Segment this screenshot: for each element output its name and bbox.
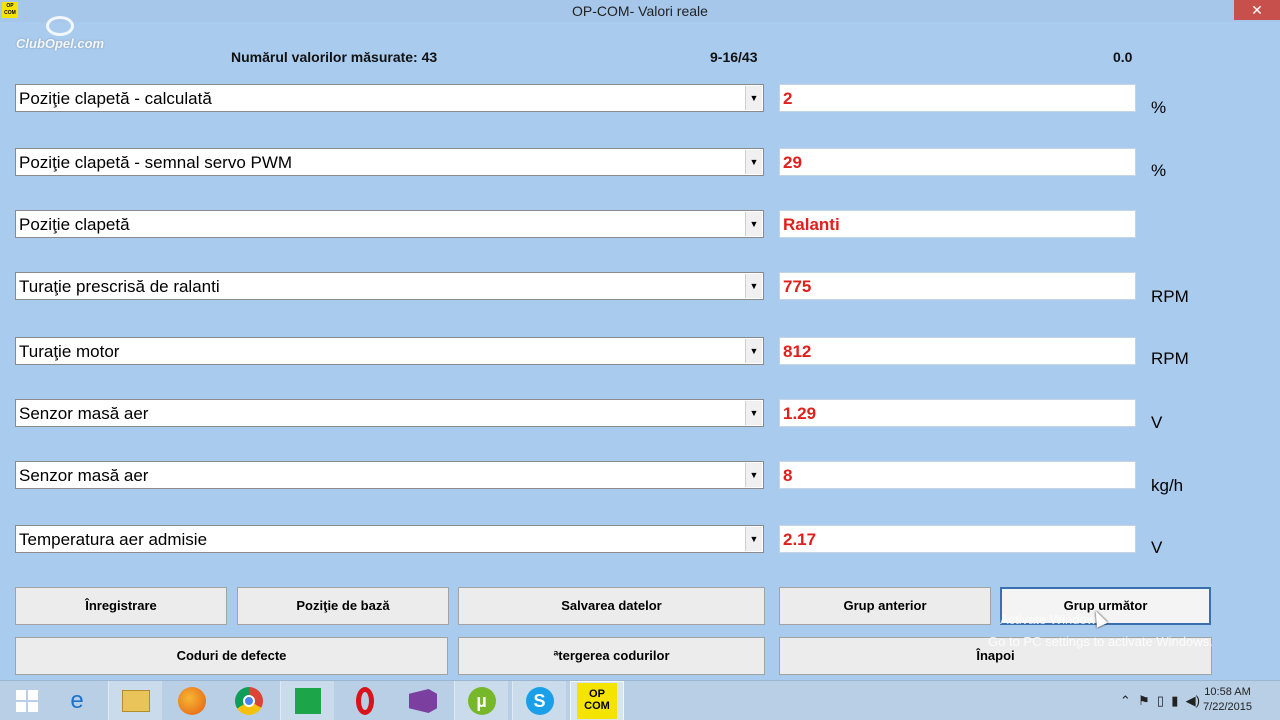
parameter-value: 29 — [783, 153, 802, 172]
parameter-label: Turaţie prescrisă de ralanti — [19, 277, 220, 296]
record-button[interactable]: Înregistrare — [15, 587, 227, 625]
parameter-value-field: 8 — [779, 461, 1136, 489]
skype-icon[interactable]: S — [512, 681, 566, 720]
parameter-value: 2 — [783, 89, 793, 108]
parameter-value: Ralanti — [783, 215, 840, 234]
parameter-dropdown[interactable]: Poziţie clapetă ▼ — [15, 210, 764, 238]
parameter-value: 1.29 — [783, 404, 817, 423]
parameter-unit: % — [1151, 98, 1167, 117]
windows-start-icon[interactable] — [0, 681, 54, 720]
clock-date: 7/22/2015 — [1203, 701, 1252, 713]
clear-codes-button[interactable]: ªtergerea codurilor — [458, 637, 765, 675]
save-data-button[interactable]: Salvarea datelor — [458, 587, 765, 625]
chevron-down-icon[interactable]: ▼ — [745, 463, 762, 487]
watermark-text: ClubOpel.com — [16, 36, 105, 51]
parameter-unit: kg/h — [1151, 476, 1184, 495]
opel-logo-icon — [46, 16, 74, 36]
parameter-dropdown[interactable]: Turaţie motor ▼ — [15, 337, 764, 365]
activate-windows-notice: Go to PC settings to activate Windows. — [988, 634, 1213, 649]
system-tray[interactable]: ⌃ ⚑ ▯ ▮ ◀) — [1120, 693, 1200, 709]
parameter-unit: V — [1151, 538, 1163, 557]
chevron-down-icon[interactable]: ▼ — [745, 339, 762, 363]
parameter-label: Poziţie clapetă - semnal servo PWM — [19, 153, 293, 172]
parameter-dropdown[interactable]: Senzor masă aer ▼ — [15, 461, 764, 489]
parameter-unit: RPM — [1151, 349, 1189, 368]
parameter-value-field: 812 — [779, 337, 1136, 365]
measured-values-count: Numărul valorilor măsurate: 43 — [231, 49, 438, 65]
clock[interactable]: 10:58 AM 7/22/2015 — [1203, 685, 1252, 715]
parameter-label: Poziţie clapetă - calculată — [19, 89, 212, 108]
store-icon[interactable] — [280, 681, 334, 720]
opera-icon[interactable] — [338, 681, 392, 720]
parameter-label: Poziţie clapetă — [19, 215, 130, 234]
parameter-dropdown[interactable]: Temperatura aer admisie ▼ — [15, 525, 764, 553]
firefox-icon[interactable] — [165, 681, 219, 720]
parameter-value: 775 — [783, 277, 812, 296]
header-value: 0.0 — [1113, 49, 1133, 65]
parameter-value-field: 2.17 — [779, 525, 1136, 553]
title-bar: OP COM OP-COM- Valori reale ✕ — [0, 0, 1280, 22]
chevron-down-icon[interactable]: ▼ — [745, 274, 762, 298]
chevron-down-icon[interactable]: ▼ — [745, 86, 762, 110]
file-explorer-icon[interactable] — [108, 681, 162, 720]
chevron-down-icon[interactable]: ▼ — [745, 401, 762, 425]
parameter-dropdown[interactable]: Poziţie clapetă - calculată ▼ — [15, 84, 764, 112]
parameter-label: Temperatura aer admisie — [19, 530, 208, 549]
previous-group-button[interactable]: Grup anterior — [779, 587, 991, 625]
parameter-value: 8 — [783, 466, 793, 485]
parameter-dropdown[interactable]: Poziţie clapetă - semnal servo PWM ▼ — [15, 148, 764, 176]
parameter-value: 812 — [783, 342, 812, 361]
parameter-value-field: 29 — [779, 148, 1136, 176]
close-button[interactable]: ✕ — [1234, 0, 1280, 20]
window-title: OP-COM- Valori reale — [572, 3, 708, 19]
clubopel-watermark: ClubOpel.com — [16, 16, 105, 51]
parameter-unit: % — [1151, 161, 1167, 180]
taskbar: e µ S OP COM ⌃ ⚑ ▯ ▮ ◀) 10:58 AM 7/22/201… — [0, 680, 1280, 720]
parameter-value-field: 1.29 — [779, 399, 1136, 427]
parameter-label: Senzor masă aer — [19, 404, 149, 423]
chrome-icon[interactable] — [222, 681, 276, 720]
parameter-value: 2.17 — [783, 530, 817, 549]
parameter-label: Turaţie motor — [19, 342, 120, 361]
parameter-unit: V — [1151, 413, 1163, 432]
parameter-label: Senzor masă aer — [19, 466, 149, 485]
opcom-icon[interactable]: OP COM — [570, 681, 624, 720]
parameter-dropdown[interactable]: Turaţie prescrisă de ralanti ▼ — [15, 272, 764, 300]
chevron-down-icon[interactable]: ▼ — [745, 212, 762, 236]
parameter-value-field: 775 — [779, 272, 1136, 300]
fault-codes-button[interactable]: Coduri de defecte — [15, 637, 448, 675]
chevron-down-icon[interactable]: ▼ — [745, 150, 762, 174]
internet-explorer-icon[interactable]: e — [50, 681, 104, 720]
utorrent-icon[interactable]: µ — [454, 681, 508, 720]
clock-time: 10:58 AM — [1204, 686, 1251, 698]
parameter-dropdown[interactable]: Senzor masă aer ▼ — [15, 399, 764, 427]
activate-windows-title: Activate Windows — [1000, 612, 1103, 627]
parameter-unit: RPM — [1151, 287, 1189, 306]
visual-studio-icon[interactable] — [396, 681, 450, 720]
parameter-value-field: Ralanti — [779, 210, 1136, 238]
group-range: 9-16/43 — [710, 49, 758, 65]
parameter-value-field: 2 — [779, 84, 1136, 112]
chevron-down-icon[interactable]: ▼ — [745, 527, 762, 551]
base-position-button[interactable]: Poziţie de bază — [237, 587, 449, 625]
